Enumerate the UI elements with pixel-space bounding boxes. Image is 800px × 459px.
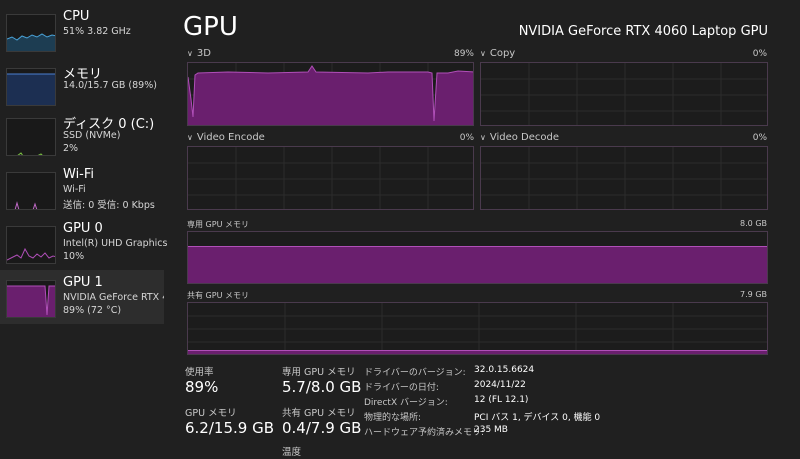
engine-selector-copy[interactable]: ∨ Copy bbox=[480, 48, 515, 59]
engine-percent: 0% bbox=[459, 133, 474, 143]
driver-version-value: 32.0.15.6624 bbox=[474, 365, 535, 375]
sidebar-item-detail: 14.0/15.7 GB (89%) bbox=[63, 80, 157, 91]
disk-graph-icon bbox=[6, 118, 56, 156]
driver-version-label: ドライバーのバージョン: bbox=[364, 368, 466, 378]
sidebar-item-cpu[interactable]: CPU 51% 3.82 GHz bbox=[0, 4, 164, 58]
sidebar-item-gpu1[interactable]: GPU 1 NVIDIA GeForce RTX 40 89% (72 °C) bbox=[0, 270, 164, 324]
directx-version-label: DirectX バージョン: bbox=[364, 398, 448, 408]
driver-date-value: 2024/11/22 bbox=[474, 380, 526, 390]
sidebar-item-detail: 送信: 0 受信: 0 Kbps bbox=[63, 200, 155, 211]
engine-label: Video Encode bbox=[196, 132, 265, 143]
graph-video-encode bbox=[187, 146, 474, 210]
sidebar-item-label: CPU bbox=[63, 9, 90, 24]
engine-label: Copy bbox=[489, 48, 516, 59]
graph-grid bbox=[188, 303, 767, 354]
utilization-value: 89% bbox=[185, 378, 219, 396]
graph-3d bbox=[187, 62, 474, 126]
gpu0-graph-icon bbox=[6, 226, 56, 264]
engine-percent: 0% bbox=[752, 49, 767, 59]
sidebar-item-gpu0[interactable]: GPU 0 Intel(R) UHD Graphics 10% bbox=[0, 216, 168, 270]
sidebar-item-label: GPU 1 bbox=[63, 275, 103, 290]
dedicated-memory-max: 8.0 GB bbox=[740, 219, 767, 228]
dedicated-memory-fill bbox=[188, 245, 767, 283]
sidebar-item-detail: 89% (72 °C) bbox=[63, 305, 122, 316]
sidebar-item-label: Wi-Fi bbox=[63, 167, 95, 182]
dedicated-memory-stat-value: 5.7/8.0 GB bbox=[282, 378, 362, 396]
graph-shared-memory bbox=[187, 302, 768, 355]
engine-selector-3d[interactable]: ∨ 3D bbox=[187, 48, 211, 59]
engine-percent: 0% bbox=[752, 133, 767, 143]
driver-date-label: ドライバーの日付: bbox=[364, 383, 439, 393]
graph-grid bbox=[481, 147, 767, 209]
engine-label: 3D bbox=[196, 48, 211, 59]
sidebar-item-memory[interactable]: メモリ 14.0/15.7 GB (89%) bbox=[0, 58, 164, 112]
sidebar-item-disk[interactable]: ディスク 0 (C:) SSD (NVMe) 2% bbox=[0, 108, 164, 162]
sidebar-item-detail: 51% 3.82 GHz bbox=[63, 26, 131, 37]
gpu1-graph-icon bbox=[6, 280, 56, 318]
shared-memory-stat-value: 0.4/7.9 GB bbox=[282, 419, 362, 437]
shared-memory-stat-label: 共有 GPU メモリ bbox=[282, 408, 356, 419]
graph-grid bbox=[481, 63, 767, 125]
cpu-graph-icon bbox=[6, 14, 56, 52]
sidebar-item-detail: 10% bbox=[63, 251, 85, 262]
sidebar-item-detail: Wi-Fi bbox=[63, 184, 86, 195]
engine-selector-video-decode[interactable]: ∨ Video Decode bbox=[480, 132, 559, 143]
directx-version-value: 12 (FL 12.1) bbox=[474, 395, 529, 405]
dedicated-memory-label: 専用 GPU メモリ bbox=[187, 220, 249, 229]
memory-graph-icon bbox=[6, 68, 56, 106]
sidebar: CPU 51% 3.82 GHz メモリ 14.0/15.7 GB (89%) … bbox=[0, 0, 168, 459]
graph-video-decode bbox=[480, 146, 768, 210]
graph-dedicated-memory bbox=[187, 231, 768, 284]
sidebar-item-wifi[interactable]: Wi-Fi Wi-Fi 送信: 0 受信: 0 Kbps bbox=[0, 162, 164, 216]
reserved-memory-value: 235 MB bbox=[474, 425, 508, 435]
utilization-area bbox=[188, 65, 473, 125]
shared-memory-max: 7.9 GB bbox=[740, 290, 767, 299]
engine-selector-video-encode[interactable]: ∨ Video Encode bbox=[187, 132, 265, 143]
engine-percent: 89% bbox=[453, 49, 474, 59]
gpu-memory-value: 6.2/15.9 GB bbox=[185, 419, 274, 437]
gpu-model-name: NVIDIA GeForce RTX 4060 Laptop GPU bbox=[518, 24, 768, 39]
wifi-graph-icon bbox=[6, 172, 56, 210]
page-title: GPU bbox=[183, 12, 238, 42]
shared-memory-label: 共有 GPU メモリ bbox=[187, 291, 249, 300]
shared-memory-fill bbox=[188, 350, 767, 354]
sidebar-item-detail: 2% bbox=[63, 143, 79, 154]
sidebar-item-label: GPU 0 bbox=[63, 221, 103, 236]
sidebar-item-detail: SSD (NVMe) bbox=[63, 130, 121, 141]
sidebar-item-detail: Intel(R) UHD Graphics bbox=[63, 238, 168, 249]
chevron-down-icon: ∨ bbox=[187, 49, 193, 58]
sidebar-item-detail: NVIDIA GeForce RTX 40 bbox=[63, 292, 164, 303]
temperature-label: 温度 bbox=[282, 447, 302, 458]
dedicated-memory-stat-label: 専用 GPU メモリ bbox=[282, 367, 356, 378]
gpu-memory-label: GPU メモリ bbox=[185, 408, 237, 419]
utilization-label: 使用率 bbox=[185, 367, 214, 378]
reserved-memory-label: ハードウェア予約済みメモリ: bbox=[364, 428, 485, 438]
graph-copy bbox=[480, 62, 768, 126]
physical-location-label: 物理的な場所: bbox=[364, 413, 422, 423]
physical-location-value: PCI バス 1, デバイス 0, 機能 0 bbox=[474, 413, 601, 423]
chevron-down-icon: ∨ bbox=[480, 133, 486, 142]
chevron-down-icon: ∨ bbox=[187, 133, 193, 142]
engine-label: Video Decode bbox=[489, 132, 560, 143]
chevron-down-icon: ∨ bbox=[480, 49, 486, 58]
graph-grid bbox=[188, 147, 473, 209]
